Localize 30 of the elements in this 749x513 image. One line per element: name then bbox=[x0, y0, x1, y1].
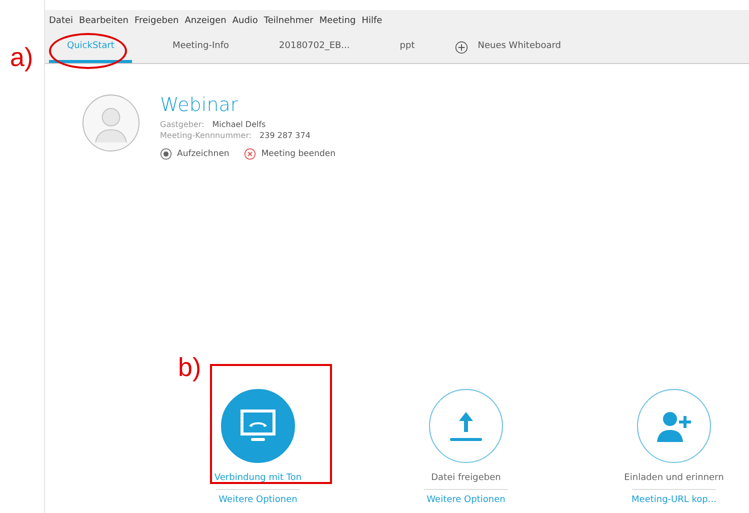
action-button[interactable] bbox=[429, 389, 503, 463]
record-icon[interactable] bbox=[160, 148, 172, 160]
tab[interactable]: 20180702_EB... bbox=[269, 32, 360, 63]
record-link[interactable]: Aufzeichnen bbox=[177, 149, 230, 159]
menu-item[interactable]: Audio bbox=[232, 16, 258, 26]
annotation-label: a) bbox=[10, 44, 34, 70]
meeting-title: Webinar bbox=[160, 94, 240, 116]
host-label: Gastgeber: bbox=[160, 120, 204, 129]
action-label: Datei freigeben bbox=[431, 473, 501, 483]
menu-item[interactable]: Meeting bbox=[319, 16, 356, 26]
menu-item[interactable]: Bearbeiten bbox=[79, 16, 128, 26]
tab[interactable]: Neues Whiteboard bbox=[472, 30, 567, 64]
menu-item[interactable]: Hilfe bbox=[362, 16, 382, 26]
host-name: Michael Delfs bbox=[212, 120, 266, 129]
meeting-number: 239 287 374 bbox=[260, 131, 310, 140]
action-label: Einladen und erinnern bbox=[624, 473, 724, 483]
meeting-number-label: Meeting-Kennnummer: bbox=[160, 131, 252, 140]
avatar-icon bbox=[82, 94, 140, 152]
menu-item[interactable]: Datei bbox=[49, 16, 74, 26]
close-icon[interactable] bbox=[244, 148, 256, 160]
tab[interactable]: ppt bbox=[390, 32, 425, 63]
tab[interactable]: Meeting-Info bbox=[162, 32, 240, 63]
add-icon[interactable] bbox=[454, 41, 468, 54]
end-meeting-link[interactable]: Meeting beenden bbox=[261, 149, 336, 159]
action-label: Verbindung mit Ton bbox=[214, 473, 302, 483]
menu-item[interactable]: Anzeigen bbox=[184, 16, 226, 26]
menu-item[interactable]: Freigeben bbox=[134, 16, 179, 26]
action-button[interactable] bbox=[637, 389, 711, 463]
menu-item[interactable]: Teilnehmer bbox=[264, 16, 314, 26]
annotation-label: b) bbox=[178, 354, 202, 380]
